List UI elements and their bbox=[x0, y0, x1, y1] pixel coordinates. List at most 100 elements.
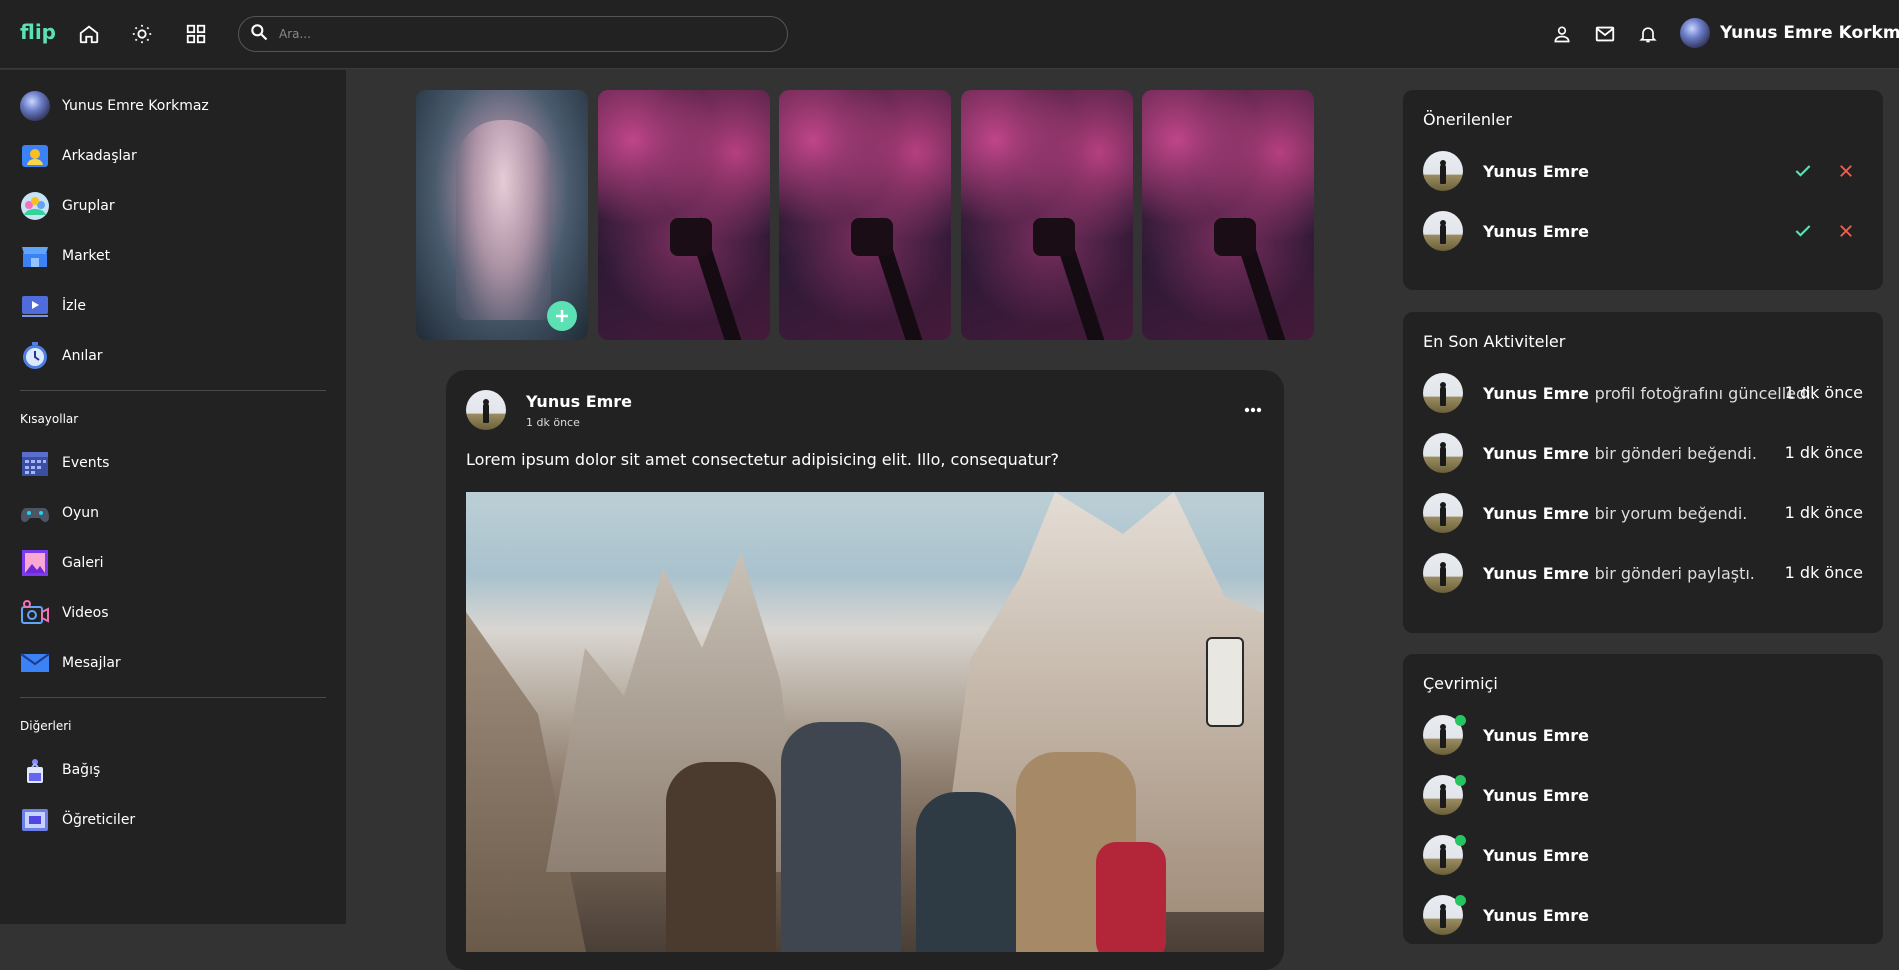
activity-row: Yunus Emre bir gönderi paylaştı. bbox=[1423, 553, 1755, 593]
home-icon[interactable] bbox=[77, 22, 101, 46]
avatar bbox=[1680, 18, 1710, 48]
sidebar-item-label: Anılar bbox=[62, 348, 103, 364]
activity-row: Yunus Emre bir gönderi beğendi. bbox=[1423, 433, 1757, 473]
activity-action: bir gönderi beğendi. bbox=[1594, 443, 1757, 463]
panel-title: Çevrimiçi bbox=[1423, 674, 1498, 693]
sidebar-item-label: Galeri bbox=[62, 555, 104, 571]
activity-user-name[interactable]: Yunus Emre bbox=[1483, 384, 1589, 403]
story-card[interactable] bbox=[961, 90, 1133, 340]
story-card[interactable] bbox=[779, 90, 951, 340]
sidebar-item-market[interactable]: Market bbox=[20, 241, 110, 271]
notification-bell-icon[interactable] bbox=[1636, 22, 1660, 46]
sidebar-item-groups[interactable]: Gruplar bbox=[20, 191, 115, 221]
avatar[interactable] bbox=[1423, 373, 1463, 413]
market-icon bbox=[20, 241, 50, 271]
more-options-icon[interactable] bbox=[1244, 398, 1262, 417]
search-input[interactable] bbox=[277, 26, 757, 42]
avatar bbox=[20, 91, 50, 121]
activity-action: bir gönderi paylaştı. bbox=[1594, 563, 1755, 583]
accept-check-icon[interactable] bbox=[1791, 159, 1815, 183]
online-status-dot bbox=[1455, 835, 1466, 846]
sidebar-item-messages[interactable]: Mesajlar bbox=[20, 648, 121, 678]
others-heading: Diğerleri bbox=[20, 719, 72, 733]
sidebar-item-tutorials[interactable]: Öğreticiler bbox=[20, 805, 135, 835]
shortcuts-heading: Kısayollar bbox=[20, 412, 79, 426]
online-user-name[interactable]: Yunus Emre bbox=[1483, 726, 1589, 745]
reject-close-icon[interactable] bbox=[1834, 219, 1858, 243]
activity-user-name[interactable]: Yunus Emre bbox=[1483, 504, 1589, 523]
suggestion-row: Yunus Emre bbox=[1423, 151, 1589, 191]
online-user-name[interactable]: Yunus Emre bbox=[1483, 906, 1589, 925]
sidebar-item-label: Gruplar bbox=[62, 198, 115, 214]
avatar[interactable] bbox=[1423, 151, 1463, 191]
suggestion-row: Yunus Emre bbox=[1423, 211, 1589, 251]
sidebar-item-memories[interactable]: Anılar bbox=[20, 341, 103, 371]
post-time: 1 dk önce bbox=[526, 415, 580, 429]
avatar[interactable] bbox=[1423, 553, 1463, 593]
post-image[interactable] bbox=[466, 492, 1264, 952]
online-user-row[interactable]: Yunus Emre bbox=[1423, 775, 1589, 815]
user-menu[interactable]: Yunus Emre Korkmaz bbox=[1680, 18, 1899, 48]
avatar[interactable] bbox=[1423, 433, 1463, 473]
sidebar-item-label: Bağış bbox=[62, 762, 101, 778]
calendar-icon bbox=[20, 448, 50, 478]
sidebar-item-label: Oyun bbox=[62, 505, 100, 521]
sidebar-item-game[interactable]: Oyun bbox=[20, 498, 99, 528]
theme-toggle-icon[interactable] bbox=[130, 22, 154, 46]
activity-time: 1 dk önce bbox=[1784, 443, 1863, 462]
app-logo[interactable]: flip bbox=[20, 20, 56, 44]
sidebar-item-donation[interactable]: Bağış bbox=[20, 755, 100, 785]
sidebar-item-label: Market bbox=[62, 248, 111, 264]
sidebar-item-videos[interactable]: Videos bbox=[20, 598, 109, 628]
sidebar-item-watch[interactable]: İzle bbox=[20, 291, 86, 321]
sidebar-item-profile[interactable]: Yunus Emre Korkmaz bbox=[20, 91, 209, 121]
apps-grid-icon[interactable] bbox=[184, 22, 208, 46]
activity-time: 1 dk önce bbox=[1784, 383, 1863, 402]
sidebar-item-events[interactable]: Events bbox=[20, 448, 109, 478]
post-author[interactable]: Yunus Emre 1 dk önce bbox=[466, 390, 632, 430]
activity-time: 1 dk önce bbox=[1784, 503, 1863, 522]
suggestion-name[interactable]: Yunus Emre bbox=[1483, 222, 1589, 241]
panel-title: En Son Aktiviteler bbox=[1423, 332, 1566, 351]
online-user-name[interactable]: Yunus Emre bbox=[1483, 786, 1589, 805]
memories-icon bbox=[20, 341, 50, 371]
story-card[interactable] bbox=[1142, 90, 1314, 340]
online-user-row[interactable]: Yunus Emre bbox=[1423, 715, 1589, 755]
mail-icon[interactable] bbox=[1593, 22, 1617, 46]
avatar[interactable] bbox=[1423, 493, 1463, 533]
online-user-row[interactable]: Yunus Emre bbox=[1423, 835, 1589, 875]
reject-close-icon[interactable] bbox=[1834, 159, 1858, 183]
sidebar-item-label: Mesajlar bbox=[62, 655, 121, 671]
story-image bbox=[456, 120, 551, 320]
activity-action: profil fotoğrafını güncelledi. bbox=[1594, 383, 1816, 403]
sidebar-item-label: Öğreticiler bbox=[62, 812, 136, 828]
mail-icon bbox=[20, 648, 50, 678]
avatar[interactable] bbox=[1423, 211, 1463, 251]
story-mine[interactable] bbox=[416, 90, 588, 340]
online-status-dot bbox=[1455, 715, 1466, 726]
activities-panel: En Son Aktiviteler Yunus Emre profil fot… bbox=[1403, 312, 1883, 633]
panel-title: Önerilenler bbox=[1423, 110, 1512, 129]
user-name: Yunus Emre Korkmaz bbox=[1720, 23, 1899, 43]
accept-check-icon[interactable] bbox=[1791, 219, 1815, 243]
online-user-name[interactable]: Yunus Emre bbox=[1483, 846, 1589, 865]
search-bar[interactable] bbox=[238, 16, 788, 52]
online-status-dot bbox=[1455, 775, 1466, 786]
story-card[interactable] bbox=[598, 90, 770, 340]
sidebar-item-friends[interactable]: Arkadaşlar bbox=[20, 141, 137, 171]
add-story-button[interactable] bbox=[547, 301, 577, 331]
post-author-name[interactable]: Yunus Emre bbox=[526, 392, 632, 411]
search-icon bbox=[249, 22, 269, 46]
activity-user-name[interactable]: Yunus Emre bbox=[1483, 444, 1589, 463]
watch-icon bbox=[20, 291, 50, 321]
suggestion-name[interactable]: Yunus Emre bbox=[1483, 162, 1589, 181]
online-user-row[interactable]: Yunus Emre bbox=[1423, 895, 1589, 935]
online-panel: Çevrimiçi Yunus Emre Yunus Emre Yunus Em… bbox=[1403, 654, 1883, 944]
activity-user-name[interactable]: Yunus Emre bbox=[1483, 564, 1589, 583]
sidebar-item-label: Arkadaşlar bbox=[62, 148, 137, 164]
avatar bbox=[466, 390, 506, 430]
groups-icon bbox=[20, 191, 50, 221]
user-icon[interactable] bbox=[1550, 22, 1574, 46]
sidebar-item-gallery[interactable]: Galeri bbox=[20, 548, 104, 578]
sidebar-divider bbox=[20, 697, 326, 698]
